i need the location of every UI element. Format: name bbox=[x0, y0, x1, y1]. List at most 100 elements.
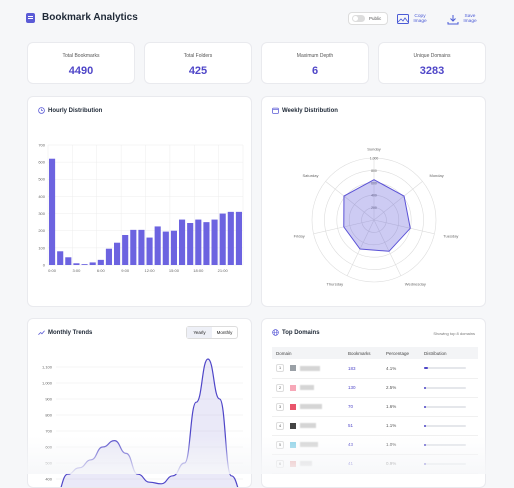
stat-label: Total Folders bbox=[183, 53, 213, 59]
weekly-distribution-card: Weekly Distribution Sunday Monday Tuesday W… bbox=[261, 96, 486, 307]
distribution-cell bbox=[420, 397, 478, 417]
day-label: Monday bbox=[430, 173, 444, 178]
bar[interactable] bbox=[130, 229, 137, 265]
bar[interactable] bbox=[114, 242, 121, 265]
stat-label: Maximum Depth bbox=[296, 53, 334, 59]
domain-name-redacted bbox=[300, 404, 322, 409]
domain-name-redacted bbox=[300, 423, 316, 428]
x-tick-label: 6:00 bbox=[97, 268, 106, 273]
bar[interactable] bbox=[81, 264, 88, 265]
save-image-label: Save Image bbox=[463, 14, 477, 24]
stat-card-unique-domains: Unique Domains 3283 bbox=[378, 42, 486, 84]
column-distribution[interactable]: Distribution bbox=[420, 347, 478, 359]
y-tick-label: 400 bbox=[38, 194, 45, 199]
stat-label: Total Bookmarks bbox=[62, 53, 100, 59]
bar[interactable] bbox=[203, 222, 210, 265]
ring-label: 1,000 bbox=[370, 157, 379, 161]
table-row[interactable]: 1 183 4.1% bbox=[272, 359, 478, 379]
bar[interactable] bbox=[195, 219, 202, 265]
rank-badge: 2 bbox=[276, 383, 284, 392]
bar[interactable] bbox=[97, 259, 104, 265]
bottom-fade bbox=[0, 436, 514, 474]
bar[interactable] bbox=[57, 251, 64, 265]
bar[interactable] bbox=[49, 158, 56, 265]
distribution-bar bbox=[424, 405, 466, 408]
bookmark-count[interactable]: 70 bbox=[344, 397, 382, 417]
bar[interactable] bbox=[105, 248, 112, 265]
y-tick-label: 400 bbox=[45, 476, 52, 481]
bar[interactable] bbox=[227, 211, 234, 265]
day-label: Tuesday bbox=[443, 233, 458, 238]
column-domain[interactable]: Domain bbox=[272, 347, 344, 359]
domain-cell: 3 bbox=[272, 397, 344, 417]
save-image-button[interactable]: Save Image bbox=[447, 10, 478, 28]
domain-cell: 1 bbox=[272, 359, 344, 379]
distribution-fill bbox=[424, 386, 427, 389]
rank-badge: 3 bbox=[276, 402, 284, 411]
bar[interactable] bbox=[187, 223, 194, 265]
stat-label: Unique Domains bbox=[413, 53, 451, 59]
bar[interactable] bbox=[235, 211, 242, 265]
stat-value: 425 bbox=[188, 65, 208, 77]
y-tick-label: 600 bbox=[38, 160, 45, 165]
domain-cell: 2 bbox=[272, 378, 344, 398]
table-row[interactable]: 2 130 2.5% bbox=[272, 378, 478, 398]
favicon-icon bbox=[290, 384, 296, 391]
x-tick-label: 15:00 bbox=[169, 268, 180, 273]
bookmark-count[interactable]: 130 bbox=[344, 378, 382, 398]
card-title: Top Domains bbox=[282, 330, 320, 336]
bar[interactable] bbox=[73, 263, 80, 265]
period-toggle[interactable]: Yearly Monthly bbox=[186, 326, 238, 339]
radar-area[interactable] bbox=[343, 179, 411, 252]
column-bookmarks[interactable]: Bookmarks bbox=[344, 347, 382, 359]
bookmark-count[interactable]: 51 bbox=[344, 416, 382, 436]
y-tick-label: 900 bbox=[45, 396, 52, 401]
showing-count: Showing top 8 domains bbox=[433, 331, 475, 336]
trend-icon bbox=[38, 330, 45, 335]
y-tick-label: 300 bbox=[38, 211, 45, 216]
ring-label: 800 bbox=[371, 169, 377, 173]
percentage-value: 2.5% bbox=[382, 378, 420, 398]
domain-name-redacted bbox=[300, 365, 320, 371]
distribution-cell bbox=[420, 359, 478, 379]
clock-icon bbox=[38, 107, 45, 114]
bar[interactable] bbox=[138, 229, 145, 265]
x-tick-label: 12:00 bbox=[145, 268, 156, 273]
bookmark-count[interactable]: 183 bbox=[344, 359, 382, 379]
public-toggle[interactable]: Public bbox=[348, 12, 388, 25]
x-tick-label: 21:00 bbox=[218, 268, 229, 273]
bar[interactable] bbox=[219, 213, 226, 265]
bar[interactable] bbox=[89, 262, 96, 265]
table-row[interactable]: 3 70 1.6% bbox=[272, 397, 478, 417]
copy-image-button[interactable]: Copy Image bbox=[397, 10, 428, 28]
copy-image-label: Copy Image bbox=[413, 14, 427, 24]
table-row[interactable]: 4 51 1.1% bbox=[272, 416, 478, 436]
domain-name-redacted bbox=[300, 385, 314, 390]
download-icon bbox=[447, 14, 459, 24]
day-label: Friday bbox=[294, 233, 305, 238]
bar[interactable] bbox=[170, 230, 177, 265]
card-title: Hourly Distribution bbox=[48, 108, 103, 114]
toggle-switch[interactable] bbox=[352, 15, 365, 22]
hourly-bar-chart: 0 100 200 300 400 500 600 700 0:00 3:00 6:00 9:00 12… bbox=[38, 142, 244, 273]
y-tick-label: 1,100 bbox=[42, 364, 53, 369]
bar[interactable] bbox=[154, 226, 161, 265]
bar[interactable] bbox=[211, 219, 218, 265]
tab-yearly[interactable]: Yearly bbox=[187, 327, 212, 338]
bar[interactable] bbox=[179, 219, 186, 265]
bar[interactable] bbox=[162, 231, 169, 265]
domain-cell: 4 bbox=[272, 416, 344, 436]
stat-card-maximum-depth: Maximum Depth 6 bbox=[261, 42, 369, 84]
bar[interactable] bbox=[146, 237, 153, 265]
distribution-bar bbox=[424, 367, 466, 370]
rank-badge: 1 bbox=[276, 364, 284, 373]
day-label: Thursday bbox=[327, 281, 344, 286]
column-percentage[interactable]: Percentage bbox=[382, 347, 420, 359]
percentage-value: 1.1% bbox=[382, 416, 420, 436]
tab-monthly[interactable]: Monthly bbox=[212, 327, 237, 338]
bar[interactable] bbox=[65, 257, 72, 265]
y-tick-label: 500 bbox=[38, 177, 45, 182]
bar[interactable] bbox=[122, 235, 129, 265]
y-tick-label: 200 bbox=[38, 228, 45, 233]
day-label: Sunday bbox=[367, 147, 381, 152]
